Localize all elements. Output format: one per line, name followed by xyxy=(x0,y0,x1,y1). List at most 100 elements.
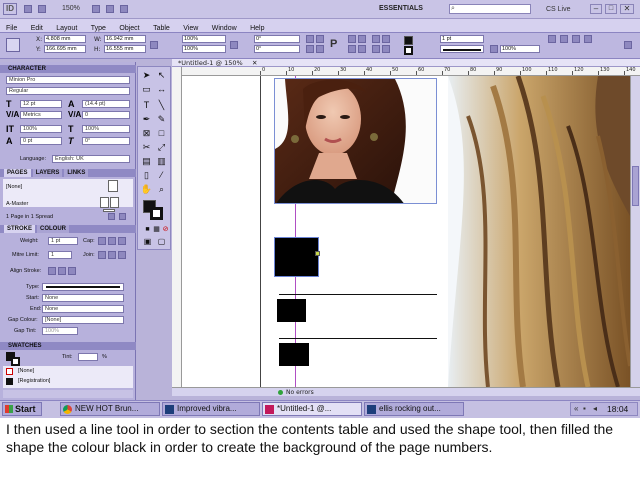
scrollbar-thumb[interactable] xyxy=(632,166,639,206)
line-tool-icon[interactable]: ╲ xyxy=(155,99,168,112)
direct-selection-tool-icon[interactable]: ↖ xyxy=(155,69,168,82)
scissors-tool-icon[interactable]: ✂ xyxy=(140,141,153,154)
mitre-limit-field[interactable]: 1 xyxy=(48,251,72,259)
gap-tint-field[interactable]: 100% xyxy=(42,327,78,335)
horizontal-ruler[interactable]: 0 10 20 30 40 50 60 70 80 90 100 110 120 130 140 xyxy=(182,67,640,76)
tab-colour[interactable]: COLOUR xyxy=(37,225,70,233)
rotation-field[interactable]: 0° xyxy=(254,35,300,43)
hand-tool-icon[interactable]: ✋ xyxy=(140,183,153,196)
screen-mode-icon[interactable] xyxy=(92,5,100,13)
image-frame-hair[interactable] xyxy=(448,76,630,387)
start-dropdown[interactable]: None xyxy=(42,294,124,302)
effects-icon[interactable] xyxy=(490,45,498,53)
rectangle-frame-tool-icon[interactable]: ⊠ xyxy=(140,127,153,140)
taskbar-chrome[interactable]: NEW HOT Brun... xyxy=(60,402,160,416)
fill-frame-icon[interactable] xyxy=(372,45,380,53)
type-tool-icon[interactable]: T xyxy=(140,99,153,112)
select-next-icon[interactable] xyxy=(358,45,366,53)
center-content-icon[interactable] xyxy=(382,45,390,53)
taskbar-indesign[interactable]: *Untitled-1 @... xyxy=(262,402,362,416)
a-master-thumb-left[interactable] xyxy=(100,197,109,208)
align-icon[interactable] xyxy=(572,35,580,43)
constrain-scale-icon[interactable] xyxy=(230,41,238,49)
close-button[interactable]: ✕ xyxy=(620,4,634,14)
distribute-icon[interactable] xyxy=(584,35,592,43)
tab-links[interactable]: LINKS xyxy=(64,169,89,177)
pencil-tool-icon[interactable]: ✎ xyxy=(155,113,168,126)
swatch-stroke-proxy[interactable] xyxy=(11,357,20,366)
panel-menu-icon[interactable] xyxy=(624,41,632,49)
image-frame-girl[interactable] xyxy=(274,78,437,204)
page-number-box-2[interactable] xyxy=(277,299,306,322)
miter-join-icon[interactable] xyxy=(98,251,106,259)
swatch-none[interactable]: [None] xyxy=(18,368,34,374)
fit-content-icon[interactable] xyxy=(372,35,380,43)
menu-table[interactable]: Table xyxy=(153,25,170,32)
fill-swatch[interactable] xyxy=(404,36,413,45)
end-dropdown[interactable]: None xyxy=(42,305,124,313)
clock[interactable]: 18:04 xyxy=(607,404,628,414)
round-cap-icon[interactable] xyxy=(108,237,116,245)
zoom-level[interactable]: 150% xyxy=(62,5,80,12)
tracking-field[interactable]: 0 xyxy=(82,111,130,119)
flip-horizontal-icon[interactable] xyxy=(306,45,314,53)
new-page-icon[interactable] xyxy=(108,213,115,220)
bevel-join-icon[interactable] xyxy=(118,251,126,259)
menu-edit[interactable]: Edit xyxy=(31,25,43,32)
preview-mode-icon[interactable]: ▢ xyxy=(155,235,168,248)
close-document-icon[interactable]: ✕ xyxy=(252,59,257,67)
font-family-dropdown[interactable]: Minion Pro xyxy=(6,76,130,84)
height-field[interactable]: 16.555 mm xyxy=(104,45,146,53)
layout-icon[interactable] xyxy=(120,5,128,13)
divider-line-2[interactable] xyxy=(279,338,437,339)
flip-vertical-icon[interactable] xyxy=(316,45,324,53)
note-tool-icon[interactable]: ▯ xyxy=(140,169,153,182)
a-master-item[interactable]: A-Master xyxy=(6,201,28,207)
tab-layers[interactable]: LAYERS xyxy=(32,169,63,177)
maximize-button[interactable]: □ xyxy=(605,4,617,14)
tab-pages[interactable]: PAGES xyxy=(4,169,31,177)
opacity-field[interactable]: 100% xyxy=(500,45,540,53)
character-panel-header[interactable]: CHARACTER xyxy=(0,65,136,73)
select-previous-icon[interactable] xyxy=(358,35,366,43)
swatches-panel-header[interactable]: SWATCHES xyxy=(0,342,136,350)
select-container-icon[interactable] xyxy=(348,35,356,43)
width-field[interactable]: 16.942 mm xyxy=(104,35,146,43)
baseline-shift-field[interactable]: 0 pt xyxy=(20,137,62,145)
weight-field[interactable]: 1 pt xyxy=(48,237,78,245)
arrow-tray-icon[interactable]: « xyxy=(574,404,578,413)
selection-handle-icon[interactable] xyxy=(315,251,320,256)
stroke-type-dropdown[interactable] xyxy=(440,45,484,53)
x-field[interactable]: 4.808 mm xyxy=(44,35,86,43)
view-options-icon[interactable] xyxy=(38,5,46,13)
menu-window[interactable]: Window xyxy=(212,25,237,32)
language-dropdown[interactable]: English: UK xyxy=(52,155,130,163)
align-inside-stroke-icon[interactable] xyxy=(58,267,66,275)
selection-tool-icon[interactable]: ➤ xyxy=(140,69,153,82)
gap-tool-icon[interactable]: ↔ xyxy=(155,83,168,96)
select-content-icon[interactable] xyxy=(348,45,356,53)
menu-layout[interactable]: Layout xyxy=(56,25,77,32)
menu-help[interactable]: Help xyxy=(250,25,264,32)
arrange-documents-icon[interactable] xyxy=(106,5,114,13)
workspace-switcher[interactable]: ESSENTIALS xyxy=(379,5,423,12)
stroke-swatch[interactable] xyxy=(404,46,413,55)
rotate-90-ccw-icon[interactable] xyxy=(316,35,324,43)
free-transform-tool-icon[interactable]: ⤢ xyxy=(155,141,168,154)
gradient-feather-tool-icon[interactable]: ▥ xyxy=(155,155,168,168)
stroke-proxy[interactable] xyxy=(150,207,163,220)
stroke-weight-field[interactable]: 1 pt xyxy=(440,35,484,43)
shear-field[interactable]: 0° xyxy=(254,45,300,53)
network-tray-icon[interactable]: ▪ xyxy=(583,404,586,413)
tint-field[interactable] xyxy=(78,353,98,361)
none-master-item[interactable]: [None] xyxy=(6,184,22,190)
gap-colour-dropdown[interactable]: [None] xyxy=(42,316,124,324)
menu-object[interactable]: Object xyxy=(119,25,139,32)
kerning-field[interactable]: Metrics xyxy=(20,111,62,119)
scale-x-field[interactable]: 100% xyxy=(182,35,226,43)
volume-tray-icon[interactable]: ◂ xyxy=(593,404,597,413)
eyedropper-tool-icon[interactable]: ⁄ xyxy=(155,169,168,182)
minimize-button[interactable]: – xyxy=(590,4,602,14)
menu-view[interactable]: View xyxy=(183,25,198,32)
vertical-scale-field[interactable]: 100% xyxy=(20,125,62,133)
